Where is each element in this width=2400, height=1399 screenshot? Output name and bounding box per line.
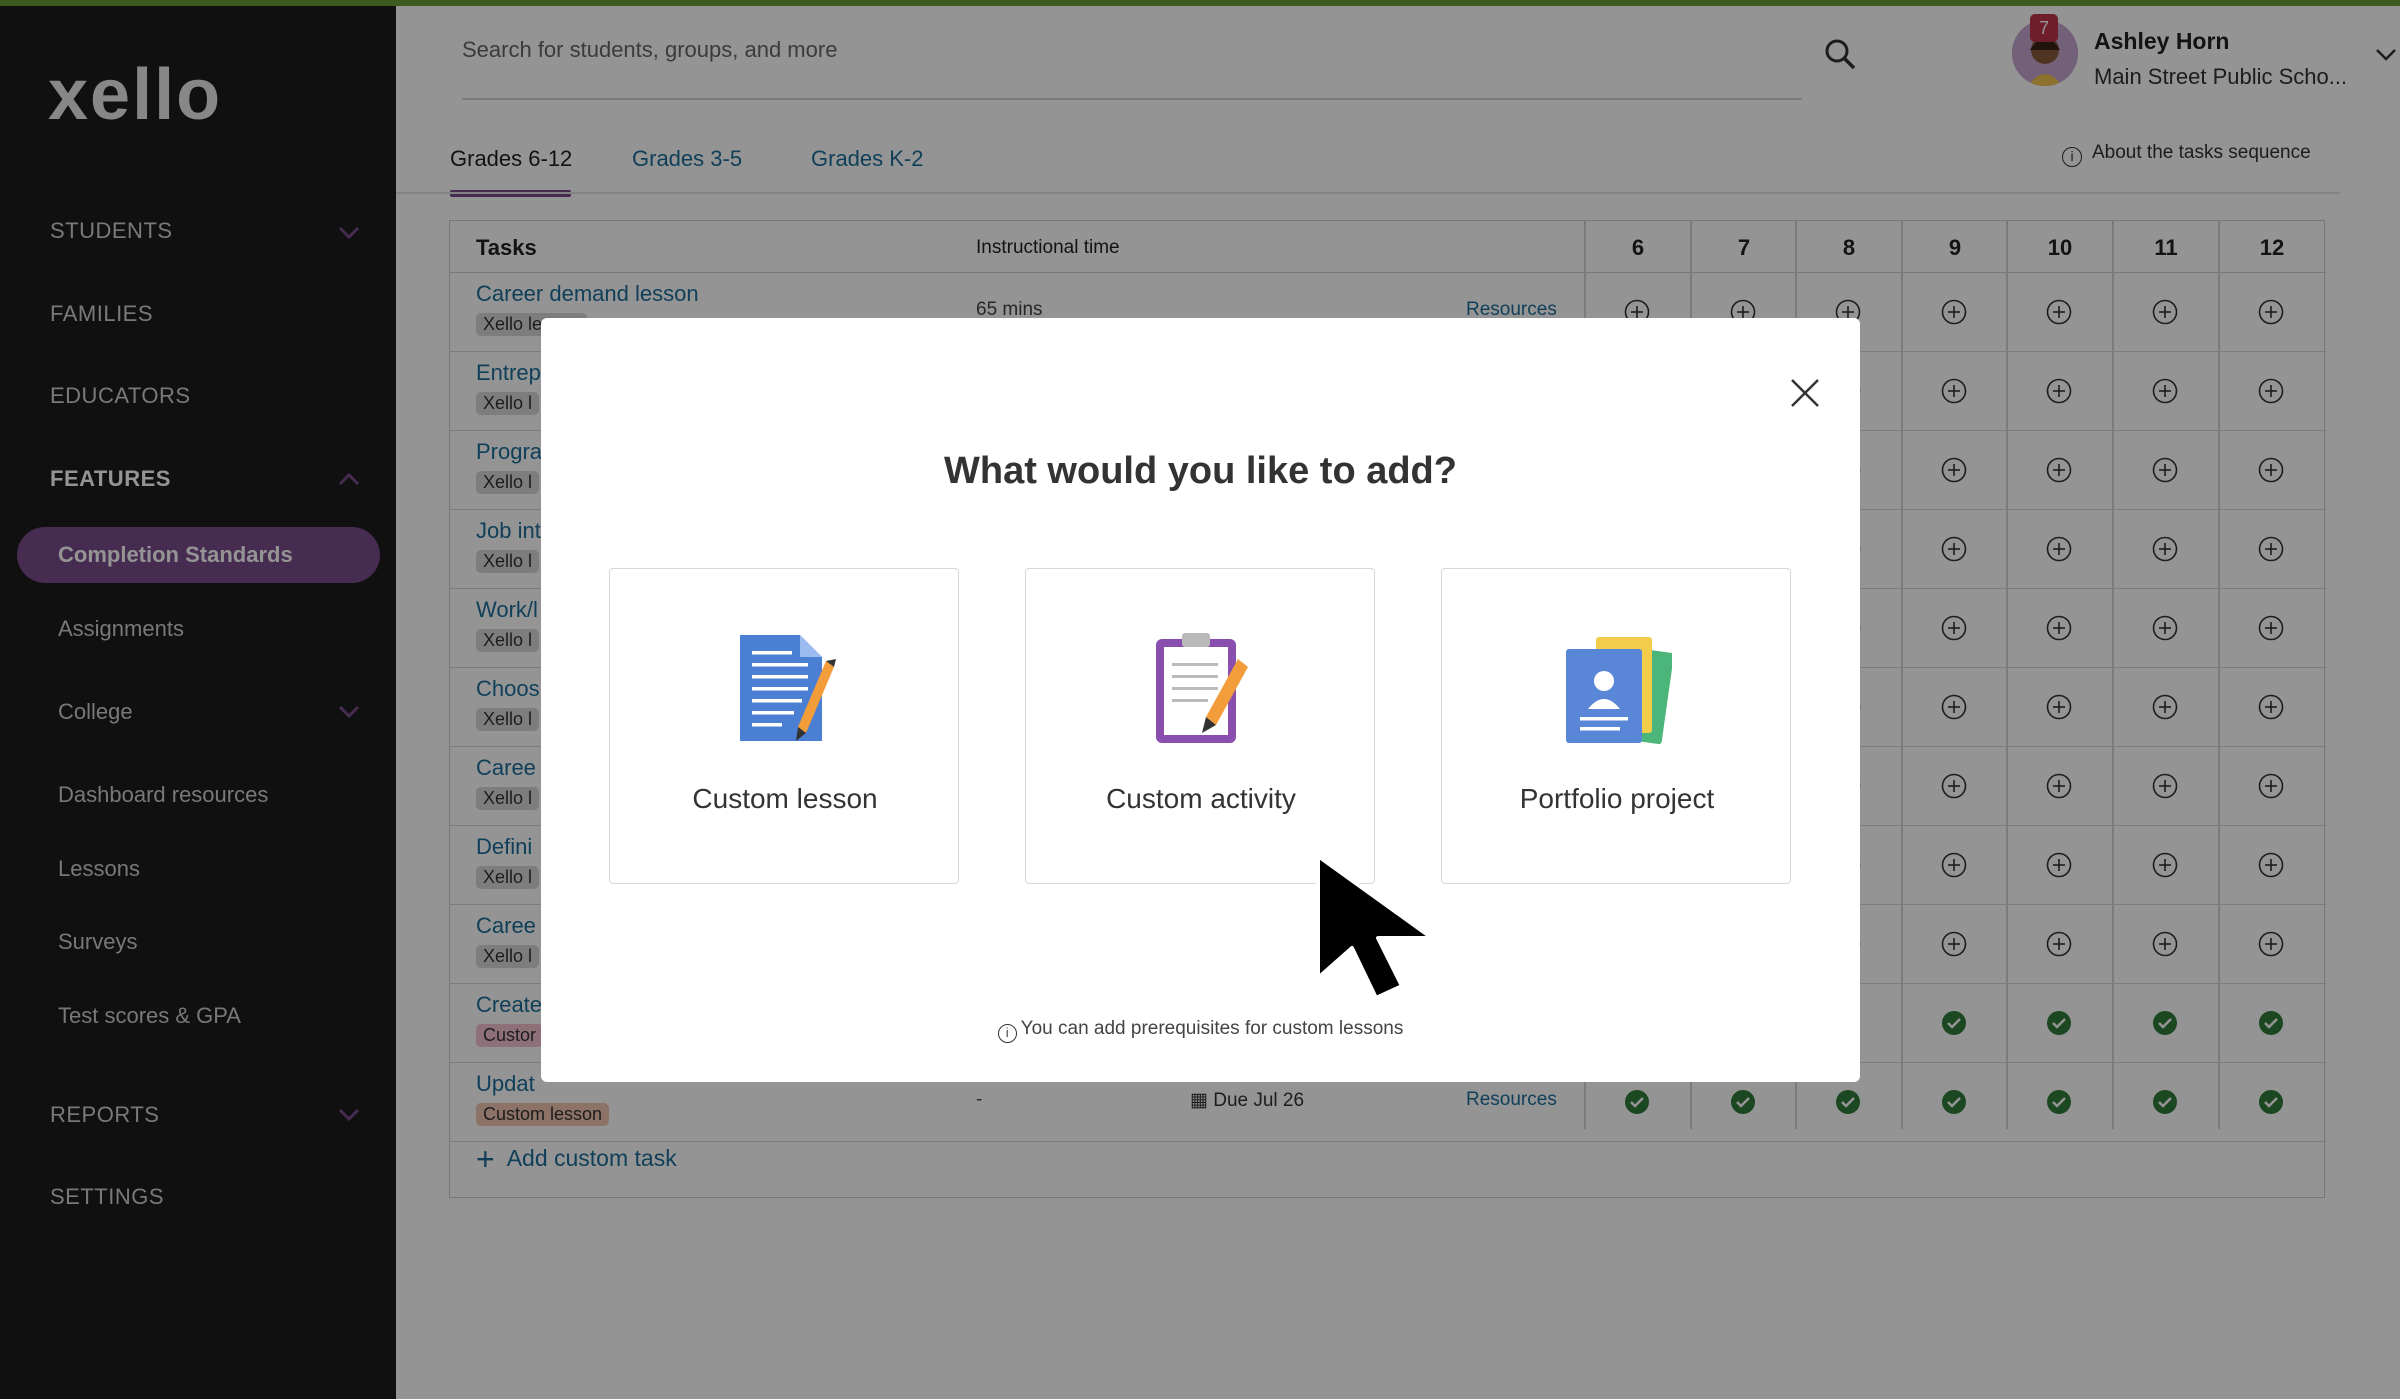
- option-label: Custom lesson: [692, 783, 878, 814]
- option-label: Portfolio project: [1519, 783, 1715, 814]
- clipboard-pencil-icon: [1156, 633, 1248, 743]
- custom-activity-option[interactable]: Custom activity: [1025, 568, 1375, 884]
- mouse-pointer-icon: [1316, 854, 1434, 1000]
- dialog-title: What would you like to add?: [944, 450, 1457, 492]
- option-label: Custom activity: [1106, 783, 1296, 814]
- note-text: You can add prerequisites for custom les…: [1020, 1018, 1404, 1039]
- add-item-dialog: What would you like to add? Custom lesso…: [541, 318, 1860, 1082]
- close-icon[interactable]: [1780, 368, 1830, 418]
- prerequisites-note: i You can add prerequisites for custom le…: [541, 1018, 1860, 1043]
- custom-lesson-option[interactable]: Custom lesson: [609, 568, 959, 884]
- portfolio-project-option[interactable]: Portfolio project: [1441, 568, 1791, 884]
- info-icon: i: [997, 1024, 1017, 1043]
- document-pencil-icon: [740, 635, 836, 741]
- portfolio-icon: [1566, 637, 1672, 745]
